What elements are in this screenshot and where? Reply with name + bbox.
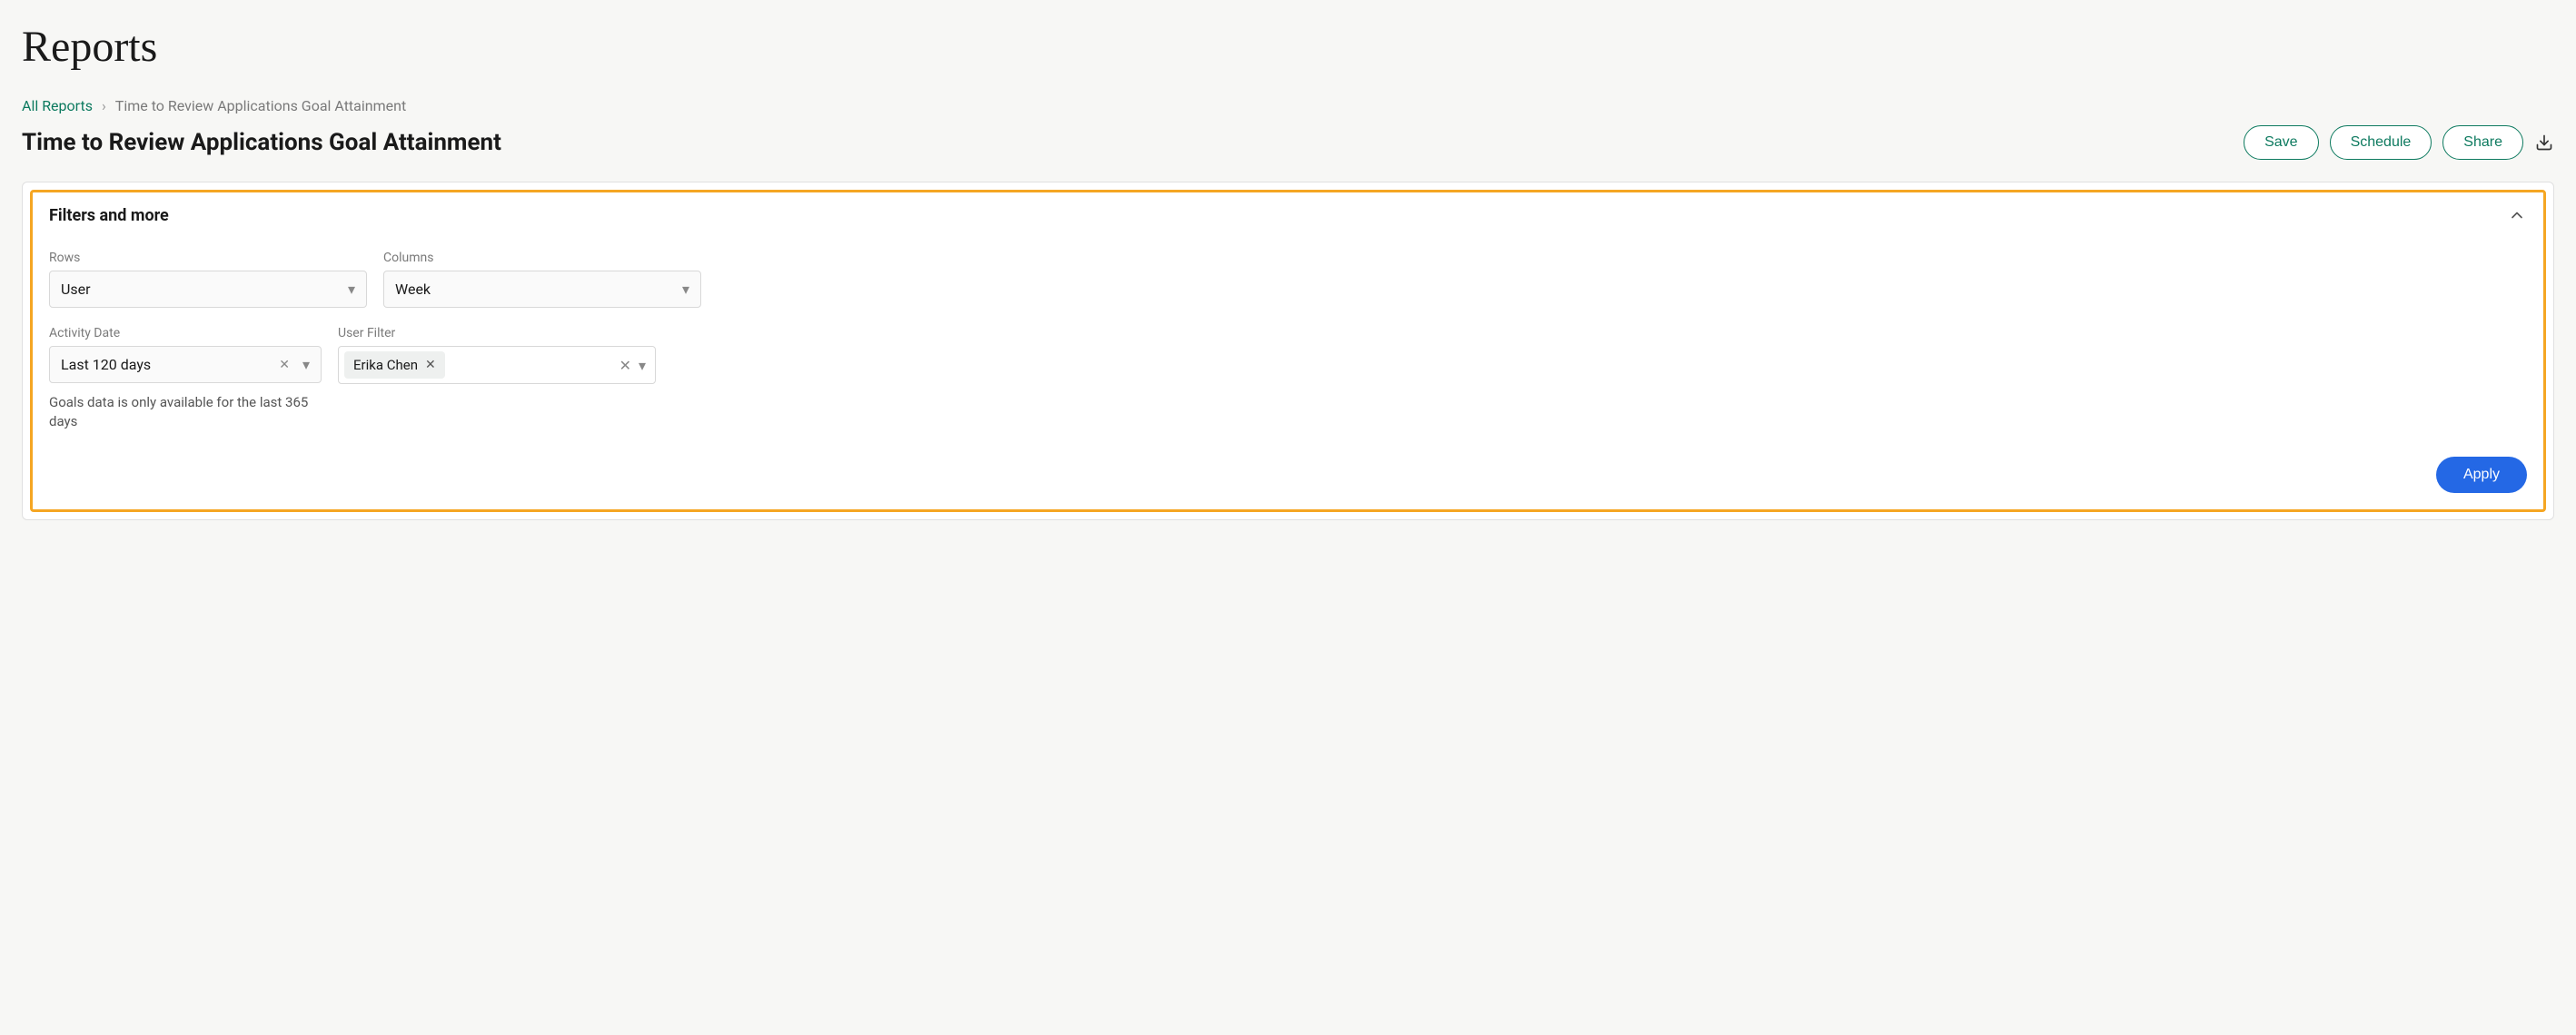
filter-row-2: Activity Date Last 120 days ✕ ▾ User Fil… bbox=[49, 326, 2527, 384]
rows-value: User bbox=[61, 281, 91, 298]
report-title: Time to Review Applications Goal Attainm… bbox=[22, 129, 501, 156]
activity-date-field: Activity Date Last 120 days ✕ ▾ bbox=[49, 326, 322, 384]
user-filter-label: User Filter bbox=[338, 326, 656, 340]
apply-row: Apply bbox=[49, 457, 2527, 493]
rows-field: Rows User ▾ bbox=[49, 251, 367, 308]
filters-panel-header: Filters and more bbox=[49, 205, 2527, 225]
page-title: Reports bbox=[22, 22, 2554, 72]
chip-remove-icon[interactable]: ✕ bbox=[425, 358, 436, 372]
user-filter-chip-label: Erika Chen bbox=[353, 357, 418, 373]
header-actions: Save Schedule Share bbox=[2244, 125, 2554, 160]
columns-select[interactable]: Week ▾ bbox=[383, 271, 701, 308]
breadcrumb-current: Time to Review Applications Goal Attainm… bbox=[115, 97, 406, 114]
filters-panel-title: Filters and more bbox=[49, 206, 169, 225]
columns-label: Columns bbox=[383, 251, 701, 265]
caret-down-icon: ▾ bbox=[639, 357, 646, 374]
columns-value: Week bbox=[395, 281, 431, 298]
columns-field: Columns Week ▾ bbox=[383, 251, 701, 308]
caret-down-icon: ▾ bbox=[682, 281, 689, 298]
rows-label: Rows bbox=[49, 251, 367, 265]
user-filter-controls: ✕ ▾ bbox=[619, 357, 646, 374]
share-button[interactable]: Share bbox=[2442, 125, 2523, 160]
activity-date-label: Activity Date bbox=[49, 326, 322, 340]
download-icon[interactable] bbox=[2534, 133, 2554, 153]
schedule-button[interactable]: Schedule bbox=[2330, 125, 2432, 160]
activity-date-select[interactable]: Last 120 days ✕ ▾ bbox=[49, 346, 322, 383]
caret-down-icon: ▾ bbox=[348, 281, 355, 298]
activity-date-hint: Goals data is only available for the las… bbox=[49, 393, 322, 431]
rows-select[interactable]: User ▾ bbox=[49, 271, 367, 308]
filters-panel-highlight: Filters and more Rows User ▾ Columns Wee… bbox=[30, 190, 2546, 512]
activity-date-clear[interactable]: ✕ bbox=[279, 358, 290, 372]
filters-panel: Filters and more Rows User ▾ Columns Wee… bbox=[22, 182, 2554, 520]
user-filter-clear[interactable]: ✕ bbox=[619, 357, 631, 374]
report-header: Time to Review Applications Goal Attainm… bbox=[22, 125, 2554, 160]
user-filter-chip: Erika Chen ✕ bbox=[344, 351, 445, 379]
filter-row-1: Rows User ▾ Columns Week ▾ bbox=[49, 251, 2527, 308]
breadcrumb-root-link[interactable]: All Reports bbox=[22, 97, 93, 114]
apply-button[interactable]: Apply bbox=[2436, 457, 2527, 493]
caret-down-icon: ▾ bbox=[302, 356, 310, 373]
user-filter-select[interactable]: Erika Chen ✕ ✕ ▾ bbox=[338, 346, 656, 384]
user-filter-field: User Filter Erika Chen ✕ ✕ ▾ bbox=[338, 326, 656, 384]
collapse-toggle[interactable] bbox=[2507, 205, 2527, 225]
save-button[interactable]: Save bbox=[2244, 125, 2318, 160]
chevron-right-icon: › bbox=[102, 97, 106, 114]
activity-date-value: Last 120 days bbox=[61, 356, 151, 373]
breadcrumb: All Reports › Time to Review Application… bbox=[22, 97, 2554, 114]
